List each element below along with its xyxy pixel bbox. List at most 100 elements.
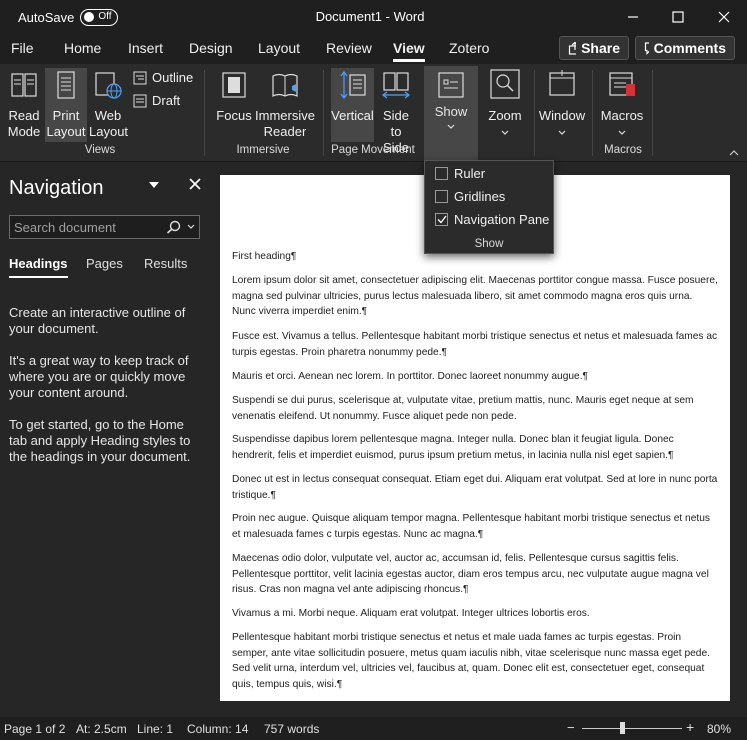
ruler-option[interactable]: Ruler [435, 166, 485, 181]
window-icon [549, 70, 575, 96]
show-icon [438, 72, 464, 98]
comments-button[interactable]: Comments [635, 36, 735, 60]
share-button[interactable]: Share [559, 36, 629, 60]
page-count[interactable]: Page 1 of 2 [4, 722, 65, 736]
nav-tab-results[interactable]: Results [144, 256, 187, 271]
show-group-label: Show [474, 238, 504, 250]
web-layout-label-2: Layout [89, 124, 129, 139]
outline-button[interactable]: Outline [133, 70, 193, 85]
zoom-level[interactable]: 80% [707, 722, 731, 736]
group-separator [592, 70, 593, 156]
focus-button[interactable]: Focus [214, 70, 254, 124]
close-button[interactable] [704, 5, 744, 29]
group-separator [652, 70, 653, 156]
nav-tab-pages[interactable]: Pages [86, 256, 123, 271]
navigation-options-button[interactable] [148, 177, 160, 195]
show-dropdown-menu: Ruler Gridlines Navigation Pane Show [424, 160, 554, 254]
chevron-up-icon [729, 150, 739, 156]
read-mode-label-2: Mode [7, 124, 41, 139]
tab-view[interactable]: View [393, 40, 425, 62]
maximize-button[interactable] [658, 5, 698, 29]
tab-insert[interactable]: Insert [128, 40, 163, 56]
show-label: Show [434, 104, 468, 119]
body-paragraph[interactable]: Suspendisse dapibus lorem pellentesque m… [232, 432, 718, 463]
chevron-down-icon[interactable] [187, 224, 195, 230]
macros-button[interactable]: Macros [598, 68, 646, 140]
tab-design[interactable]: Design [189, 40, 233, 56]
zoom-in-button[interactable]: + [686, 719, 694, 735]
tab-home[interactable]: Home [64, 40, 101, 56]
vertical-scroll-icon [340, 71, 366, 99]
search-box [9, 215, 200, 239]
views-group-label: Views [84, 144, 116, 156]
read-mode-button[interactable]: Read Mode [4, 70, 44, 140]
checkmark-icon [437, 215, 447, 224]
body-paragraph[interactable]: Donec ut est in lectus consequat consequ… [232, 472, 718, 503]
navigation-help-text: It's a great way to keep track of where … [9, 353, 189, 400]
ribbon-tabs: File Home Insert Design Layout Review Vi… [0, 34, 747, 64]
zoom-button[interactable]: Zoom [485, 68, 525, 140]
comment-icon [644, 42, 649, 55]
zoom-out-button[interactable]: − [567, 720, 575, 735]
show-button[interactable]: Show [424, 66, 478, 160]
outline-icon [133, 71, 147, 84]
tab-layout[interactable]: Layout [258, 40, 300, 56]
zoom-icon [490, 69, 520, 99]
ruler-checkbox[interactable] [435, 167, 448, 180]
chevron-down-icon [447, 124, 455, 129]
navigation-pane-checkbox[interactable] [435, 213, 448, 226]
body-paragraph[interactable]: Lorem ipsum dolor sit amet, consectetuer… [232, 273, 718, 320]
navigation-title: Navigation [9, 177, 104, 199]
gridlines-checkbox[interactable] [435, 190, 448, 203]
navigation-help-text: Create an interactive outline of your do… [9, 305, 186, 336]
share-label: Share [581, 40, 620, 56]
cursor-position: At: 2.5cm [76, 722, 127, 736]
search-icon[interactable] [166, 220, 182, 234]
immersive-reader-icon [272, 73, 298, 97]
tab-zotero[interactable]: Zotero [449, 40, 489, 56]
tab-review[interactable]: Review [326, 40, 372, 56]
navigation-close-button[interactable] [189, 177, 201, 195]
gridlines-option[interactable]: Gridlines [435, 189, 505, 204]
nav-tab-headings[interactable]: Headings [9, 256, 68, 278]
column-number: Column: 14 [187, 722, 249, 736]
chevron-down-icon [558, 130, 566, 135]
zoom-slider[interactable] [582, 728, 682, 729]
immersive-reader-button[interactable]: Immersive Reader [255, 70, 315, 140]
vertical-button[interactable]: Vertical [331, 68, 374, 142]
window-button[interactable]: Window [538, 68, 586, 140]
line-number: Line: 1 [137, 722, 174, 736]
immersive-reader-label-1: Immersive [255, 108, 315, 123]
web-layout-button[interactable]: Web Layout [89, 70, 129, 140]
navigation-pane-option[interactable]: Navigation Pane [435, 212, 549, 227]
ruler-label: Ruler [454, 166, 486, 181]
minimize-button[interactable] [613, 5, 653, 29]
immersive-reader-label-2: Reader [263, 124, 307, 139]
zoom-slider-thumb[interactable] [620, 722, 625, 734]
side-to-side-label-1: Side [382, 108, 410, 123]
body-paragraph[interactable]: Maecenas odio dolor, vulputate vel, auct… [232, 551, 718, 598]
tab-file[interactable]: File [11, 40, 34, 56]
body-paragraph[interactable]: Pellentesque habitant morbi tristique se… [232, 630, 718, 692]
search-input[interactable] [10, 219, 160, 235]
body-paragraph[interactable]: Suspendi se dui purus, scelerisque at, v… [232, 393, 718, 424]
close-icon [189, 178, 201, 190]
gridlines-label: Gridlines [454, 189, 506, 204]
share-icon [568, 41, 577, 55]
macros-label: Macros [600, 108, 644, 123]
body-paragraph[interactable]: Fusce est. Vivamus a tellus. Pellentesqu… [232, 329, 718, 360]
chevron-down-icon [501, 130, 509, 135]
macros-group-label: Macros [604, 144, 642, 156]
collapse-ribbon-button[interactable] [729, 147, 739, 159]
immersive-group-label: Immersive [236, 144, 290, 156]
draft-label: Draft [152, 93, 181, 108]
body-paragraph[interactable]: Proin nec augue. Quisque aliquam tempor … [232, 511, 718, 542]
body-paragraph[interactable]: Mauris et orci. Aenean nec lorem. In por… [232, 369, 718, 385]
draft-button[interactable]: Draft [133, 93, 180, 108]
word-count[interactable]: 757 words [264, 722, 319, 736]
focus-icon [222, 72, 246, 98]
print-layout-button[interactable]: Print Layout [45, 68, 87, 142]
minimize-icon [628, 16, 638, 18]
page-movement-group-label: Page Movement [331, 144, 415, 156]
body-paragraph[interactable]: Vivamus a mi. Morbi neque. Aliquam erat … [232, 606, 718, 622]
